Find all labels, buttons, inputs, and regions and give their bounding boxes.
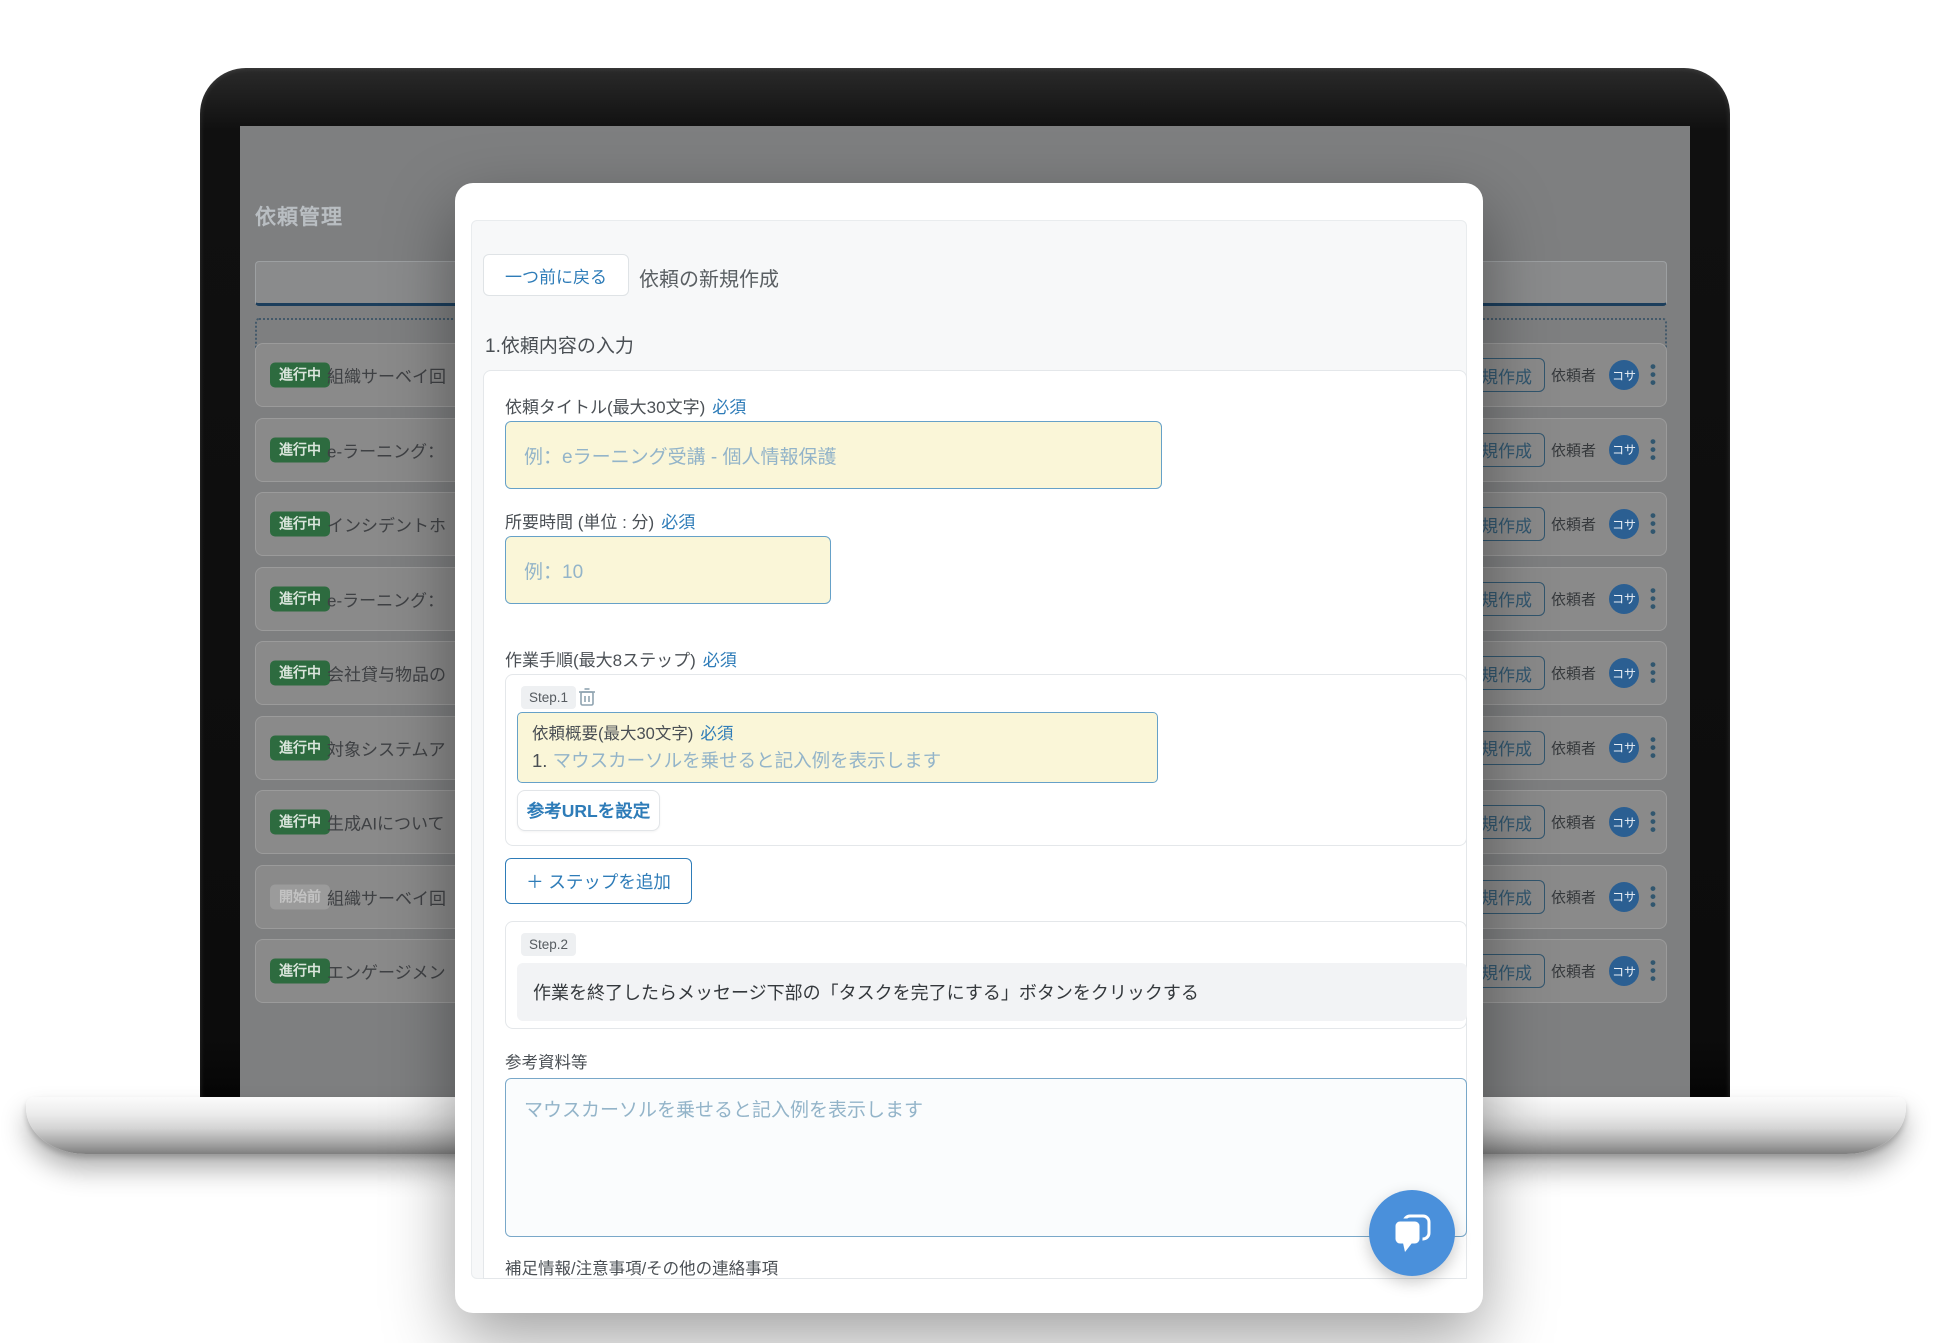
new-request-modal: 一つ前に戻る 依頼の新規作成 1.依頼内容の入力 依頼タイトル(最大30文字)必… [455,183,1483,1313]
kebab-menu-icon[interactable]: ••• [1646,586,1660,612]
avatar[interactable]: コサ [1609,584,1639,614]
request-title-label: 依頼タイトル(最大30文字)必須 [505,393,746,418]
step1-summary-placeholder: 1. マウスカーソルを乗せると記入例を表示します [532,747,1157,773]
page-title: 依頼管理 [255,201,343,231]
step1-chip: Step.1 [521,686,576,709]
avatar[interactable]: コサ [1609,509,1639,539]
kebab-menu-icon[interactable]: ••• [1646,511,1660,537]
kebab-menu-icon[interactable]: ••• [1646,735,1660,761]
kebab-menu-icon[interactable]: ••• [1646,809,1660,835]
status-badge: 進行中 [270,586,330,611]
step2-chip: Step.2 [521,933,576,956]
request-row-title: 会社貸与物品の [327,661,446,686]
step1-summary-input[interactable]: 依頼概要(最大30文字)必須 1. マウスカーソルを乗せると記入例を表示します [517,712,1158,783]
chat-bubble-icon [1389,1210,1435,1256]
delete-step-icon[interactable] [578,687,596,707]
avatar[interactable]: コサ [1609,733,1639,763]
supplement-label: 補足情報/注意事項/その他の連絡事項 [505,1255,778,1279]
status-badge: 進行中 [270,512,330,537]
request-row-title: 組織サーベイ回 [327,884,446,909]
duration-label: 所要時間 (単位 : 分)必須 [505,508,695,533]
kebab-menu-icon[interactable]: ••• [1646,437,1660,463]
avatar[interactable]: コサ [1609,882,1639,912]
back-button[interactable]: 一つ前に戻る [483,254,629,296]
request-row-title: e-ラーニング： [327,437,444,462]
kebab-menu-icon[interactable]: ••• [1646,362,1660,388]
step2-text: 作業を終了したらメッセージ下部の「タスクを完了にする」ボタンをクリックする [517,963,1467,1021]
step1-summary-label: 依頼概要(最大30文字)必須 [532,720,1157,744]
request-row-title: 組織サーベイ回 [327,363,446,388]
reference-textarea[interactable]: マウスカーソルを乗せると記入例を表示します [505,1078,1467,1237]
kebab-menu-icon[interactable]: ••• [1646,958,1660,984]
request-row-title: エンゲージメン [327,959,446,984]
request-row-title: e-ラーニング： [327,586,444,611]
requester-label: 依頼者 [1551,439,1596,460]
requester-label: 依頼者 [1551,365,1596,386]
status-badge: 進行中 [270,363,330,388]
requester-label: 依頼者 [1551,812,1596,833]
status-badge: 進行中 [270,735,330,760]
duration-placeholder: 例：10 [524,557,583,584]
request-row-title: 対象システムア [327,735,446,760]
request-title-placeholder: 例：eラーニング受講 - 個人情報保護 [524,442,836,469]
request-row-title: インシデントホ [327,512,446,537]
add-step-button[interactable]: ＋ ステップを追加 [505,858,692,904]
avatar[interactable]: コサ [1609,807,1639,837]
steps-label: 作業手順(最大8ステップ)必須 [505,646,737,671]
screenshot-stage: 依頼管理 進行中 組織サーベイ回 規作成 依頼者 コサ ••• 進行中 e-ラー… [0,0,1950,1343]
required-badge: 必須 [703,651,737,670]
reference-label: 参考資料等 [505,1049,588,1073]
kebab-menu-icon[interactable]: ••• [1646,660,1660,686]
requester-label: 依頼者 [1551,514,1596,535]
kebab-menu-icon[interactable]: ••• [1646,884,1660,910]
required-badge: 必須 [661,513,695,532]
requester-label: 依頼者 [1551,961,1596,982]
requester-label: 依頼者 [1551,588,1596,609]
status-badge: 開始前 [270,884,330,909]
reference-placeholder: マウスカーソルを乗せると記入例を表示します [524,1100,923,1121]
request-row-title: 生成AIについて [327,810,445,835]
duration-input[interactable]: 例：10 [505,536,831,604]
avatar[interactable]: コサ [1609,658,1639,688]
avatar[interactable]: コサ [1609,956,1639,986]
chat-launcher-button[interactable] [1369,1190,1455,1276]
section-title: 1.依頼内容の入力 [485,331,634,358]
status-badge: 進行中 [270,959,330,984]
status-badge: 進行中 [270,810,330,835]
request-title-input[interactable]: 例：eラーニング受講 - 個人情報保護 [505,421,1162,489]
status-badge: 進行中 [270,437,330,462]
set-reference-url-button[interactable]: 参考URLを設定 [517,790,660,831]
status-badge: 進行中 [270,661,330,686]
avatar[interactable]: コサ [1609,435,1639,465]
requester-label: 依頼者 [1551,886,1596,907]
required-badge: 必須 [712,398,746,417]
modal-title: 依頼の新規作成 [639,263,779,292]
requester-label: 依頼者 [1551,737,1596,758]
avatar[interactable]: コサ [1609,360,1639,390]
requester-label: 依頼者 [1551,663,1596,684]
